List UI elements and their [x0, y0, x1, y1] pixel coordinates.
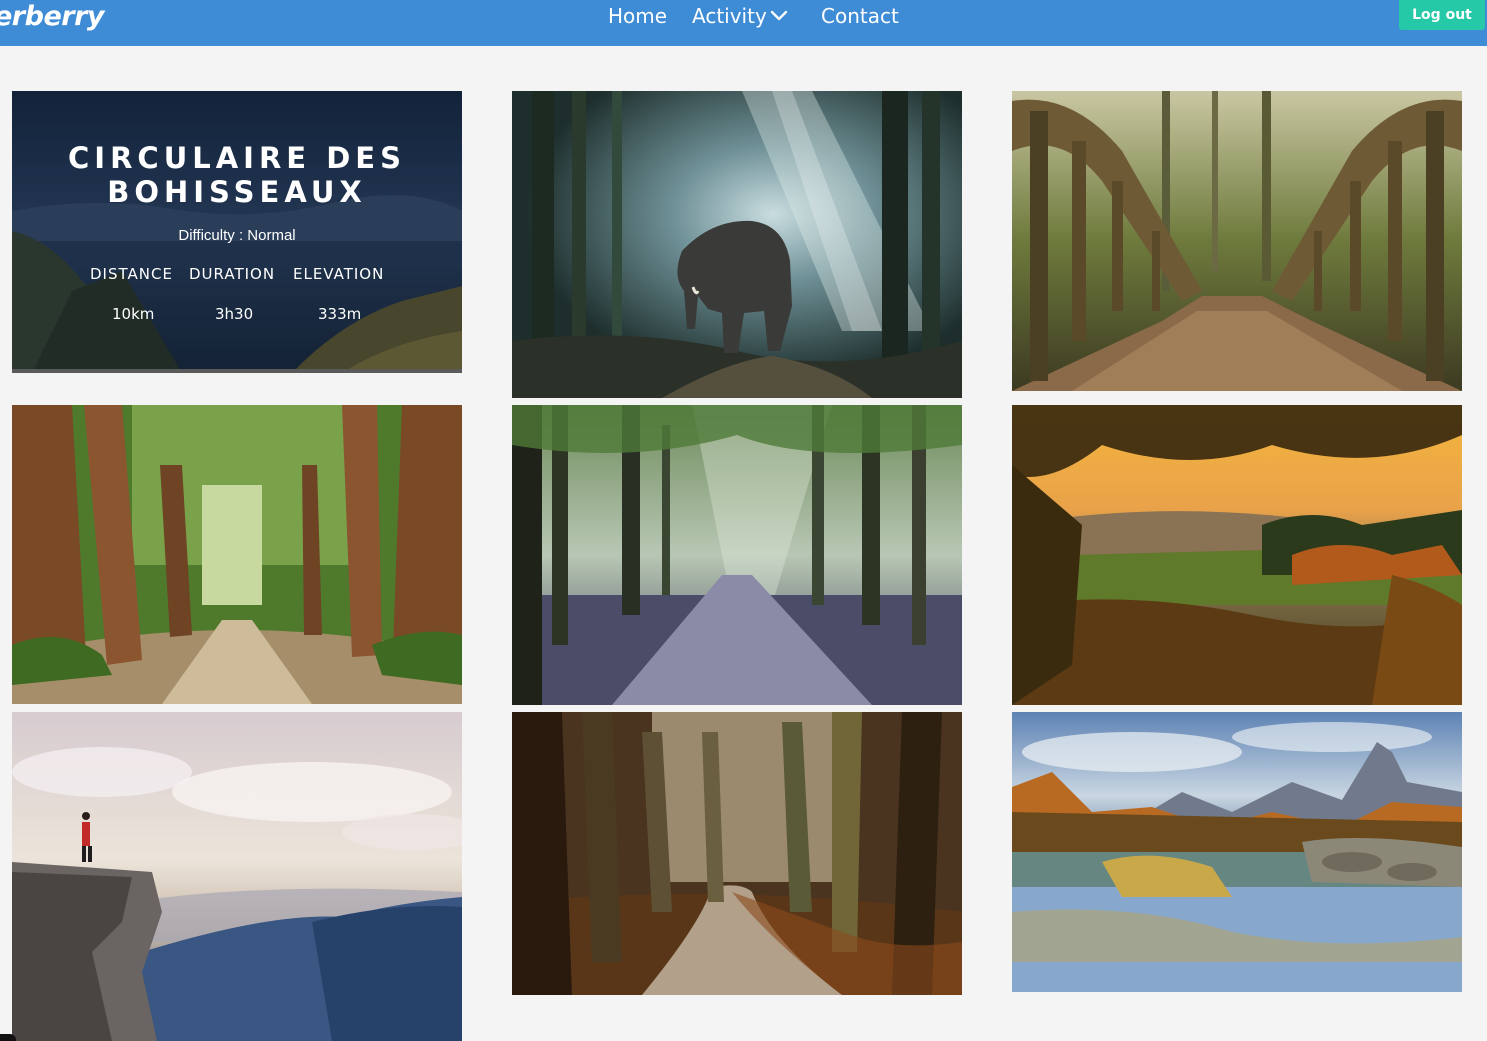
top-navbar: erberry Home Activity Contact Log out: [0, 0, 1487, 46]
corner-artifact: [0, 1034, 16, 1041]
hike-title-line2: BOHISSEAUX: [107, 175, 367, 209]
logout-button[interactable]: Log out: [1399, 0, 1485, 30]
autumn-forest-path-image: [512, 712, 962, 995]
distance-value: 10km: [112, 305, 155, 323]
gallery-image-misty-forest-road[interactable]: [512, 405, 962, 705]
gallery-image-mountain-lake[interactable]: [1012, 712, 1462, 992]
sequoia-path-image: [12, 405, 462, 704]
wooden-bridge-image: [1012, 91, 1462, 391]
hike-card-content: CIRCULAIRE DES BOHISSEAUX Difficulty : N…: [12, 91, 462, 369]
nav-activity-link[interactable]: Activity: [692, 0, 767, 32]
misty-forest-road-image: [512, 405, 962, 705]
distance-label: DISTANCE: [90, 265, 173, 283]
elephant-forest-image: [512, 91, 962, 398]
gallery-image-wooden-bridge[interactable]: [1012, 91, 1462, 391]
duration-label: DURATION: [189, 265, 276, 283]
elevation-label: ELEVATION: [293, 265, 385, 283]
brand-logo[interactable]: erberry: [0, 0, 105, 34]
duration-value: 3h30: [215, 305, 254, 323]
gallery-image-autumn-forest-path[interactable]: [512, 712, 962, 995]
hike-card-bottom-border: [12, 369, 462, 373]
hike-title: CIRCULAIRE DES BOHISSEAUX: [12, 141, 462, 209]
gallery-image-elephant-forest[interactable]: [512, 91, 962, 398]
hike-difficulty: Difficulty : Normal: [178, 227, 296, 244]
cliff-hiker-image: [12, 712, 462, 1041]
autumn-sunset-valley-image: [1012, 405, 1462, 705]
gallery-image-sequoia-path[interactable]: [12, 405, 462, 704]
gallery-image-autumn-sunset-valley[interactable]: [1012, 405, 1462, 705]
gallery-image-cliff-hiker[interactable]: [12, 712, 462, 1041]
nav-home-link[interactable]: Home: [608, 0, 667, 32]
hike-title-line1: CIRCULAIRE DES: [68, 141, 406, 175]
mountain-lake-image: [1012, 712, 1462, 992]
hike-card[interactable]: CIRCULAIRE DES BOHISSEAUX Difficulty : N…: [12, 91, 462, 373]
chevron-down-icon[interactable]: [769, 6, 789, 26]
nav-contact-link[interactable]: Contact: [821, 0, 899, 32]
elevation-value: 333m: [318, 305, 362, 323]
